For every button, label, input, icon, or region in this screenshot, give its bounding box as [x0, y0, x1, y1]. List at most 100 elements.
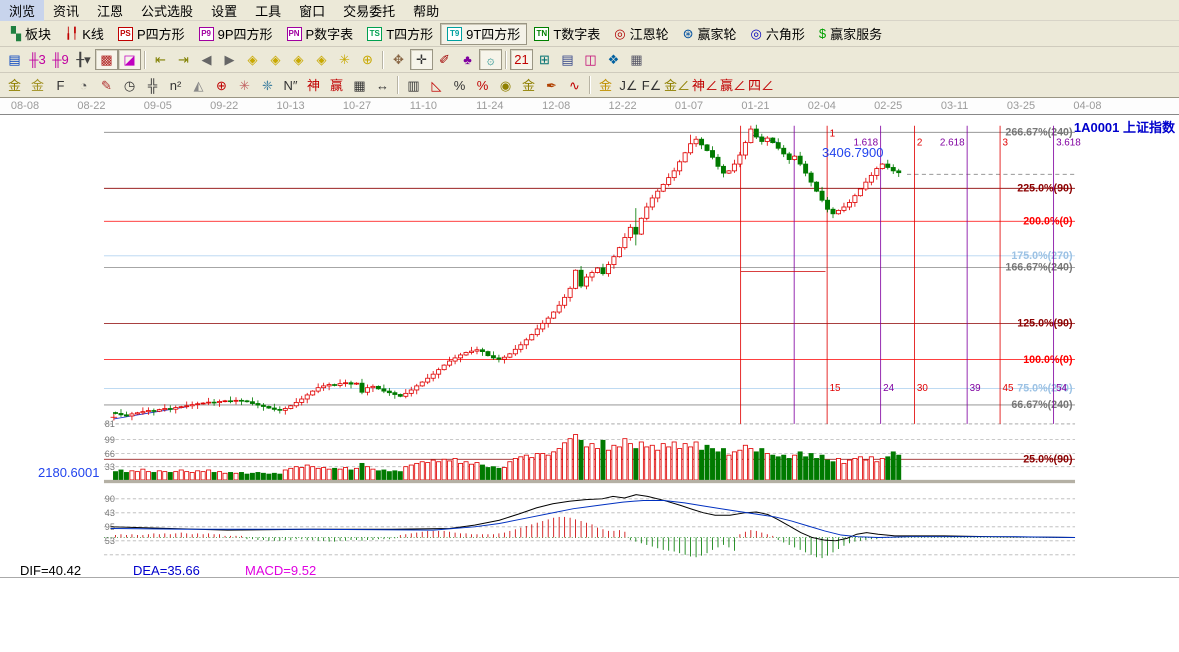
pc-icon[interactable]: ▦ — [625, 49, 648, 70]
t-square-button[interactable]: TST四方形 — [360, 23, 440, 45]
ying-angle-icon[interactable]: 赢∠ — [719, 75, 747, 96]
menu-item-6[interactable]: 窗口 — [290, 0, 334, 22]
menu-item-8[interactable]: 帮助 — [404, 0, 448, 22]
menu-item-0[interactable]: 浏览 — [0, 0, 44, 22]
percent-lines-icon[interactable]: % — [471, 75, 494, 96]
gann-wheel-button[interactable]: ◎江恩轮 — [607, 23, 675, 45]
tree-icon[interactable]: ♣ — [456, 49, 479, 70]
ruler123-icon[interactable]: ▦ — [348, 75, 371, 96]
bars-measure-icon[interactable]: ▥ — [402, 75, 425, 96]
volume-scale-label: 99 — [105, 435, 115, 445]
prev-icon[interactable]: ◀ — [195, 49, 218, 70]
kline-button[interactable]: ╽╿K线 — [58, 23, 111, 45]
hexagon-button-label: 六角形 — [766, 24, 805, 43]
calendar-icon[interactable]: 21 — [510, 49, 533, 70]
gold-section-icon[interactable]: 金 — [3, 75, 26, 96]
wave-lines-icon[interactable]: ∿ — [563, 75, 586, 96]
date-tick-11-10: 11-10 — [410, 100, 437, 112]
gold-circle-icon[interactable]: ◉ — [494, 75, 517, 96]
grid-ticks-icon[interactable]: ╬ — [141, 75, 164, 96]
j-angle-icon[interactable]: J∠ — [617, 75, 640, 96]
hand-icon[interactable]: ✥ — [387, 49, 410, 70]
angle-mirror-icon[interactable]: ◭ — [187, 75, 210, 96]
gann-square-icon[interactable]: ▩ — [95, 49, 118, 70]
gann-level-label: 175.0%(270) — [1011, 250, 1073, 262]
shen-angle-icon[interactable]: 神∠ — [691, 75, 719, 96]
date-tick-09-05: 09-05 — [144, 100, 172, 112]
flag-pen-icon[interactable]: ✒ — [540, 75, 563, 96]
gann-count-label: 45 — [1003, 383, 1014, 394]
percent-tri-icon[interactable]: ◺ — [425, 75, 448, 96]
t-number-button[interactable]: TNT数字表 — [527, 23, 607, 45]
dia-hswap-icon[interactable]: ◈ — [287, 49, 310, 70]
brush-icon[interactable]: ✎ — [95, 75, 118, 96]
candle-series — [113, 125, 900, 420]
percent-icon[interactable]: % — [448, 75, 471, 96]
p-square-button[interactable]: PSP四方形 — [111, 23, 192, 45]
next-icon[interactable]: ▶ — [218, 49, 241, 70]
winner-wheel-button[interactable]: ⊛赢家轮 — [676, 23, 744, 45]
spiral-icon[interactable]: ◔ — [72, 75, 95, 96]
date-tick-02-25: 02-25 — [874, 100, 902, 112]
dia-shrink-icon[interactable]: ◈ — [310, 49, 333, 70]
p-square-icon: PS — [118, 27, 133, 41]
date-tick-12-08: 12-08 — [542, 100, 570, 112]
first-icon[interactable]: ⇤ — [149, 49, 172, 70]
gold-lines-icon[interactable]: 金 — [517, 75, 540, 96]
candle-style-icon[interactable]: ╂▾ — [72, 49, 95, 70]
menu-item-2[interactable]: 江恩 — [88, 0, 132, 22]
sectors-button[interactable]: ▚板块 — [4, 23, 58, 45]
save-icon[interactable]: ◫ — [579, 49, 602, 70]
volume-profile-icon[interactable]: ◪ — [118, 49, 141, 70]
crosshair-icon[interactable]: ✛ — [410, 49, 433, 70]
web-box-icon[interactable]: ❈ — [256, 75, 279, 96]
gold-price-icon[interactable]: 金 — [26, 75, 49, 96]
gann-wheel-icon: ◎ — [614, 27, 625, 41]
four-angle-icon[interactable]: 四∠ — [747, 75, 775, 96]
dia-cross-icon[interactable]: ⊕ — [356, 49, 379, 70]
notepad-icon[interactable]: ▤ — [556, 49, 579, 70]
t9-square-button[interactable]: T99T四方形 — [440, 23, 527, 45]
p9-square-button[interactable]: P99P四方形 — [192, 23, 280, 45]
chart9-icon[interactable]: ╫9 — [49, 49, 72, 70]
n2-icon[interactable]: n² — [164, 75, 187, 96]
menu-item-5[interactable]: 工具 — [246, 0, 290, 22]
f-angle-icon[interactable]: F∠ — [640, 75, 663, 96]
dia-star-icon[interactable]: ✳ — [333, 49, 356, 70]
clock-cycle-icon[interactable]: ◷ — [118, 75, 141, 96]
notes-icon[interactable]: ▤ — [3, 49, 26, 70]
web-icon[interactable]: ✳ — [233, 75, 256, 96]
dea-line — [111, 500, 1075, 537]
dia-right-icon[interactable]: ◈ — [264, 49, 287, 70]
fib-icon[interactable]: F — [49, 75, 72, 96]
gann-level-label: 100.0%(0) — [1023, 354, 1073, 366]
calculator-icon[interactable]: ⊞ — [533, 49, 556, 70]
winner-service-button[interactable]: $赢家服务 — [812, 23, 889, 45]
date-tick-01-21: 01-21 — [741, 100, 769, 112]
hexagon-button[interactable]: ◎六角形 — [744, 23, 812, 45]
draw-toolbar: 金金F◔✎◷╬n²◭⊕✳❈N″神赢▦↔▥◺%%◉金✒∿金J∠F∠金∠神∠赢∠四∠ — [0, 73, 1179, 98]
t-number-icon: TN — [534, 27, 549, 41]
angle-measure-icon[interactable]: ✐ — [433, 49, 456, 70]
last-icon[interactable]: ⇥ — [172, 49, 195, 70]
menu-item-3[interactable]: 公式选股 — [132, 0, 202, 22]
brain-icon[interactable]: ۞ — [479, 49, 502, 70]
gold-angle-icon[interactable]: 金∠ — [663, 75, 691, 96]
shen-icon[interactable]: 神 — [302, 75, 325, 96]
date-tick-01-07: 01-07 — [675, 100, 703, 112]
kline-icon: ╽╿ — [65, 27, 78, 41]
span-arrows-icon[interactable]: ↔ — [371, 75, 394, 96]
gann-ratio-label: 1 — [830, 128, 836, 139]
dia-left-icon[interactable]: ◈ — [241, 49, 264, 70]
t-square-icon: TS — [367, 27, 382, 41]
menu-item-4[interactable]: 设置 — [202, 0, 246, 22]
wave-k-icon[interactable]: N″ — [279, 75, 302, 96]
net-icon[interactable]: ❖ — [602, 49, 625, 70]
menu-item-1[interactable]: 资讯 — [44, 0, 88, 22]
p-number-button[interactable]: PNP数字表 — [280, 23, 361, 45]
menu-item-7[interactable]: 交易委托 — [334, 0, 404, 22]
chart3-icon[interactable]: ╫3 — [26, 49, 49, 70]
compass-icon[interactable]: ⊕ — [210, 75, 233, 96]
gold-underline-icon[interactable]: 金 — [594, 75, 617, 96]
ying-icon[interactable]: 赢 — [325, 75, 348, 96]
